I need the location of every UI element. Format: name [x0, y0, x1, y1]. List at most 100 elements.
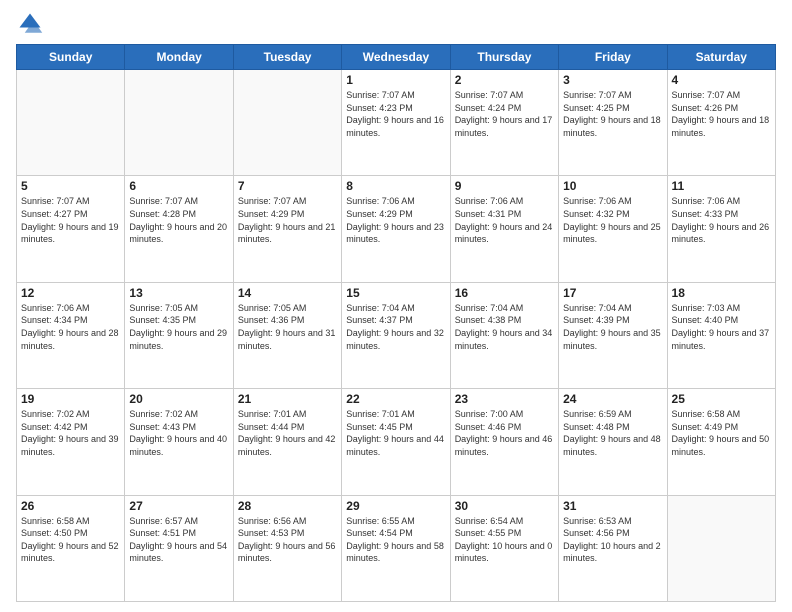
weekday-header-row: SundayMondayTuesdayWednesdayThursdayFrid…	[17, 45, 776, 70]
day-cell: 7 Sunrise: 7:07 AMSunset: 4:29 PMDaylight…	[233, 176, 341, 282]
weekday-header-monday: Monday	[125, 45, 233, 70]
day-cell: 20 Sunrise: 7:02 AMSunset: 4:43 PMDayligh…	[125, 389, 233, 495]
day-number: 24	[563, 392, 662, 406]
day-number: 19	[21, 392, 120, 406]
day-cell: 27Sunrise: 6:57 AMSunset: 4:51 PMDayligh…	[125, 495, 233, 601]
day-number: 20	[129, 392, 228, 406]
weekday-header-tuesday: Tuesday	[233, 45, 341, 70]
day-number: 29	[346, 499, 445, 513]
weekday-header-saturday: Saturday	[667, 45, 775, 70]
day-info: Sunrise: 7:01 AMSunset: 4:44 PMDaylight:…	[238, 408, 337, 458]
day-info: Sunrise: 7:07 AMSunset: 4:24 PMDaylight:…	[455, 89, 554, 139]
day-cell: 25Sunrise: 6:58 AMSunset: 4:49 PMDayligh…	[667, 389, 775, 495]
day-cell: 17 Sunrise: 7:04 AMSunset: 4:39 PMDayligh…	[559, 282, 667, 388]
day-cell: 1 Sunrise: 7:07 AMSunset: 4:23 PMDaylight…	[342, 70, 450, 176]
day-cell: 3Sunrise: 7:07 AMSunset: 4:25 PMDaylight…	[559, 70, 667, 176]
day-number: 15	[346, 286, 445, 300]
day-info: Sunrise: 7:03 AMSunset: 4:40 PMDaylight:…	[672, 302, 771, 352]
day-number: 7	[238, 179, 337, 193]
day-info: Sunrise: 7:06 AMSunset: 4:29 PMDaylight:…	[346, 195, 445, 245]
day-cell: 18 Sunrise: 7:03 AMSunset: 4:40 PMDayligh…	[667, 282, 775, 388]
day-number: 4	[672, 73, 771, 87]
day-info: Sunrise: 6:56 AMSunset: 4:53 PMDaylight:…	[238, 515, 337, 565]
day-cell: 5 Sunrise: 7:07 AMSunset: 4:27 PMDaylight…	[17, 176, 125, 282]
day-info: Sunrise: 7:07 AMSunset: 4:26 PMDaylight:…	[672, 89, 771, 139]
day-number: 22	[346, 392, 445, 406]
day-cell: 6 Sunrise: 7:07 AMSunset: 4:28 PMDaylight…	[125, 176, 233, 282]
day-info: Sunrise: 7:00 AMSunset: 4:46 PMDaylight:…	[455, 408, 554, 458]
day-cell: 21Sunrise: 7:01 AMSunset: 4:44 PMDayligh…	[233, 389, 341, 495]
day-cell: 11 Sunrise: 7:06 AMSunset: 4:33 PMDayligh…	[667, 176, 775, 282]
day-number: 6	[129, 179, 228, 193]
day-number: 18	[672, 286, 771, 300]
day-cell: 22 Sunrise: 7:01 AMSunset: 4:45 PMDayligh…	[342, 389, 450, 495]
day-info: Sunrise: 7:04 AMSunset: 4:37 PMDaylight:…	[346, 302, 445, 352]
page: SundayMondayTuesdayWednesdayThursdayFrid…	[0, 0, 792, 612]
day-cell: 14Sunrise: 7:05 AMSunset: 4:36 PMDayligh…	[233, 282, 341, 388]
day-info: Sunrise: 6:55 AMSunset: 4:54 PMDaylight:…	[346, 515, 445, 565]
day-number: 11	[672, 179, 771, 193]
day-info: Sunrise: 7:07 AMSunset: 4:23 PMDaylight:…	[346, 89, 445, 139]
day-info: Sunrise: 7:02 AMSunset: 4:43 PMDaylight:…	[129, 408, 228, 458]
week-row-3: 12Sunrise: 7:06 AMSunset: 4:34 PMDayligh…	[17, 282, 776, 388]
day-info: Sunrise: 7:06 AMSunset: 4:34 PMDaylight:…	[21, 302, 120, 352]
day-cell: 19 Sunrise: 7:02 AMSunset: 4:42 PMDayligh…	[17, 389, 125, 495]
week-row-1: 1 Sunrise: 7:07 AMSunset: 4:23 PMDaylight…	[17, 70, 776, 176]
day-cell: 24 Sunrise: 6:59 AMSunset: 4:48 PMDayligh…	[559, 389, 667, 495]
weekday-header-thursday: Thursday	[450, 45, 558, 70]
day-cell	[125, 70, 233, 176]
day-cell: 29 Sunrise: 6:55 AMSunset: 4:54 PMDayligh…	[342, 495, 450, 601]
day-cell: 28 Sunrise: 6:56 AMSunset: 4:53 PMDayligh…	[233, 495, 341, 601]
day-info: Sunrise: 7:04 AMSunset: 4:38 PMDaylight:…	[455, 302, 554, 352]
day-number: 14	[238, 286, 337, 300]
day-info: Sunrise: 6:53 AMSunset: 4:56 PMDaylight:…	[563, 515, 662, 565]
day-cell: 31 Sunrise: 6:53 AMSunset: 4:56 PMDayligh…	[559, 495, 667, 601]
day-number: 17	[563, 286, 662, 300]
day-cell: 26 Sunrise: 6:58 AMSunset: 4:50 PMDayligh…	[17, 495, 125, 601]
day-number: 5	[21, 179, 120, 193]
day-number: 10	[563, 179, 662, 193]
day-cell: 8Sunrise: 7:06 AMSunset: 4:29 PMDaylight…	[342, 176, 450, 282]
day-cell: 16Sunrise: 7:04 AMSunset: 4:38 PMDayligh…	[450, 282, 558, 388]
day-number: 27	[129, 499, 228, 513]
calendar-table: SundayMondayTuesdayWednesdayThursdayFrid…	[16, 44, 776, 602]
weekday-header-sunday: Sunday	[17, 45, 125, 70]
day-number: 31	[563, 499, 662, 513]
day-cell: 15 Sunrise: 7:04 AMSunset: 4:37 PMDayligh…	[342, 282, 450, 388]
day-info: Sunrise: 7:06 AMSunset: 4:33 PMDaylight:…	[672, 195, 771, 245]
day-number: 9	[455, 179, 554, 193]
day-info: Sunrise: 7:02 AMSunset: 4:42 PMDaylight:…	[21, 408, 120, 458]
logo-icon	[16, 10, 44, 38]
day-info: Sunrise: 6:54 AMSunset: 4:55 PMDaylight:…	[455, 515, 554, 565]
day-number: 1	[346, 73, 445, 87]
day-info: Sunrise: 7:01 AMSunset: 4:45 PMDaylight:…	[346, 408, 445, 458]
day-cell	[233, 70, 341, 176]
logo	[16, 10, 46, 38]
weekday-header-friday: Friday	[559, 45, 667, 70]
day-info: Sunrise: 6:58 AMSunset: 4:49 PMDaylight:…	[672, 408, 771, 458]
header	[16, 10, 776, 38]
day-info: Sunrise: 7:04 AMSunset: 4:39 PMDaylight:…	[563, 302, 662, 352]
day-cell: 30 Sunrise: 6:54 AMSunset: 4:55 PMDayligh…	[450, 495, 558, 601]
day-cell: 12Sunrise: 7:06 AMSunset: 4:34 PMDayligh…	[17, 282, 125, 388]
day-info: Sunrise: 7:07 AMSunset: 4:25 PMDaylight:…	[563, 89, 662, 139]
day-info: Sunrise: 6:59 AMSunset: 4:48 PMDaylight:…	[563, 408, 662, 458]
day-cell	[17, 70, 125, 176]
day-number: 30	[455, 499, 554, 513]
day-number: 28	[238, 499, 337, 513]
day-info: Sunrise: 6:58 AMSunset: 4:50 PMDaylight:…	[21, 515, 120, 565]
day-info: Sunrise: 7:06 AMSunset: 4:32 PMDaylight:…	[563, 195, 662, 245]
day-info: Sunrise: 7:07 AMSunset: 4:29 PMDaylight:…	[238, 195, 337, 245]
day-info: Sunrise: 7:07 AMSunset: 4:27 PMDaylight:…	[21, 195, 120, 245]
day-cell: 13Sunrise: 7:05 AMSunset: 4:35 PMDayligh…	[125, 282, 233, 388]
day-cell: 10 Sunrise: 7:06 AMSunset: 4:32 PMDayligh…	[559, 176, 667, 282]
day-info: Sunrise: 7:06 AMSunset: 4:31 PMDaylight:…	[455, 195, 554, 245]
day-number: 13	[129, 286, 228, 300]
day-info: Sunrise: 7:07 AMSunset: 4:28 PMDaylight:…	[129, 195, 228, 245]
day-cell: 2 Sunrise: 7:07 AMSunset: 4:24 PMDaylight…	[450, 70, 558, 176]
weekday-header-wednesday: Wednesday	[342, 45, 450, 70]
day-number: 2	[455, 73, 554, 87]
day-cell: 23Sunrise: 7:00 AMSunset: 4:46 PMDayligh…	[450, 389, 558, 495]
day-cell	[667, 495, 775, 601]
day-number: 26	[21, 499, 120, 513]
